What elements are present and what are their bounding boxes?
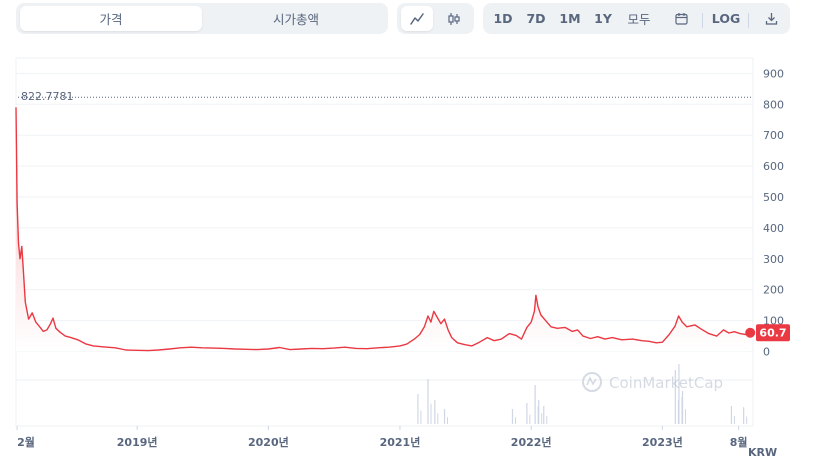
y-tick-label: 300 (763, 253, 784, 266)
current-price-label: 60.7 (759, 327, 786, 340)
max-price-label: 822.7781 (21, 90, 74, 103)
current-price-dot (745, 327, 756, 338)
x-tick-label: 2022년 (511, 435, 552, 449)
y-tick-label: 600 (763, 160, 784, 173)
y-tick-label: 700 (763, 129, 784, 142)
x-tick-label: 2021년 (380, 435, 421, 449)
y-tick-label: 500 (763, 191, 784, 204)
price-area-fill (16, 107, 752, 352)
y-tick-label: 400 (763, 222, 784, 235)
y-tick-label: 800 (763, 98, 784, 111)
x-tick-label: 2023년 (642, 435, 683, 449)
currency-label: KRW (748, 446, 777, 459)
x-tick-label: 2월 (17, 435, 35, 449)
y-tick-label: 0 (763, 346, 770, 359)
price-line (15, 107, 752, 352)
y-tick-label: 900 (763, 67, 784, 80)
price-chart[interactable]: 822.7781 CoinMarketCap 01002003004005006… (0, 0, 814, 473)
x-tick-label: 8월 (730, 435, 748, 449)
x-tick-label: 2020년 (248, 435, 289, 449)
x-tick-label: 2019년 (117, 435, 158, 449)
plot-frame (15, 57, 754, 427)
watermark-text: CoinMarketCap (609, 374, 723, 392)
y-tick-label: 200 (763, 284, 784, 297)
coinmarketcap-watermark: CoinMarketCap (582, 372, 723, 392)
